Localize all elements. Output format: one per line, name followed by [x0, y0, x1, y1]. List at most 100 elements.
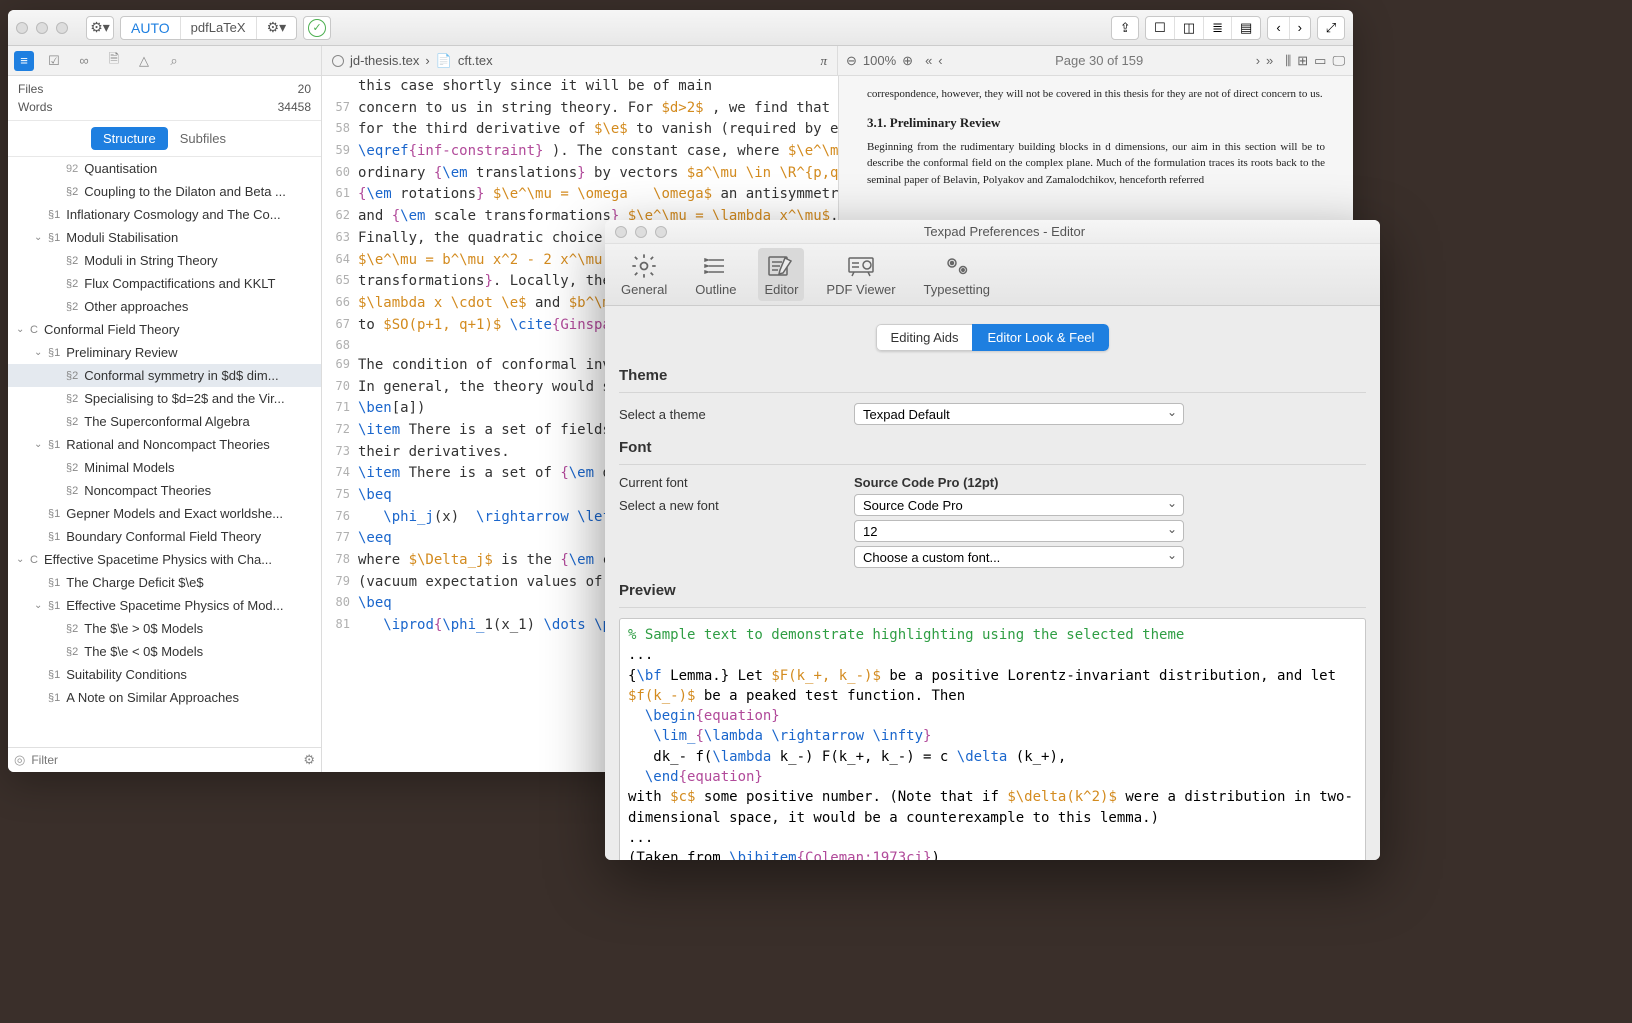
- outline-item[interactable]: §2The $\e > 0$ Models: [8, 617, 321, 640]
- pdf-display-button[interactable]: 🖵: [1332, 53, 1345, 69]
- words-count: 34458: [278, 100, 311, 114]
- outline-item[interactable]: ⌄CConformal Field Theory: [8, 318, 321, 341]
- outline-item[interactable]: §1A Note on Similar Approaches: [8, 686, 321, 709]
- check-circle-icon: ✓: [308, 19, 326, 37]
- layout-split-button[interactable]: ≣: [1204, 17, 1232, 39]
- toolbar-right-group: ⇪ ☐ ◫ ≣ ▤ ‹ › ⤢: [1111, 16, 1345, 40]
- breadcrumb-file[interactable]: cft.tex: [458, 53, 493, 68]
- chevron-right-icon: ›: [1298, 20, 1302, 35]
- prefs-tab-editor[interactable]: Editor: [758, 248, 804, 301]
- sidebar-view-search[interactable]: ⌕: [164, 51, 184, 71]
- font-family-select[interactable]: Source Code Pro: [854, 494, 1184, 516]
- sidebar-view-links[interactable]: ∞: [74, 51, 94, 71]
- sidebar: Files20 Words34458 Structure Subfiles 92…: [8, 76, 322, 772]
- outline-item[interactable]: ⌄§1Effective Spacetime Physics of Mod...: [8, 594, 321, 617]
- sidebar-view-files[interactable]: 🗎: [104, 51, 124, 71]
- outline-item[interactable]: §2Other approaches: [8, 295, 321, 318]
- prefs-tab-general[interactable]: General: [615, 248, 673, 301]
- subfiles-tab[interactable]: Subfiles: [168, 127, 238, 150]
- gear-icon[interactable]: ⚙︎: [303, 752, 315, 768]
- pdf-present-button[interactable]: ▭: [1314, 53, 1326, 69]
- outline-item[interactable]: §2Noncompact Theories: [8, 479, 321, 502]
- fullscreen-button[interactable]: ⤢: [1317, 16, 1345, 40]
- engine-label: pdfLaTeX: [191, 20, 246, 35]
- close-window[interactable]: [16, 22, 28, 34]
- outline-tree[interactable]: 92Quantisation§2Coupling to the Dilaton …: [8, 157, 321, 747]
- outline-item[interactable]: §1The Charge Deficit $\e$: [8, 571, 321, 594]
- section-font-heading: Font: [619, 439, 1366, 456]
- last-page-button[interactable]: »: [1266, 53, 1273, 68]
- layout-icon: ☐: [1154, 20, 1166, 36]
- breadcrumb-file[interactable]: jd-thesis.tex: [350, 53, 419, 68]
- font-size-select[interactable]: 12: [854, 520, 1184, 542]
- search-icon: ⌕: [170, 53, 177, 69]
- prefs-tab-label: Outline: [695, 282, 736, 297]
- prefs-toolbar: General Outline Editor PDF Viewer Typese…: [605, 244, 1380, 306]
- font-size-value: 12: [863, 524, 877, 539]
- engine-options-button[interactable]: ⚙︎▾: [257, 17, 297, 39]
- typeset-button[interactable]: ✓: [303, 16, 331, 40]
- zoom-level[interactable]: 100%: [863, 53, 896, 68]
- prefs-tab-label: Editor: [764, 282, 798, 297]
- outline-item[interactable]: §2Flux Compactifications and KKLT: [8, 272, 321, 295]
- outline-item[interactable]: §1Boundary Conformal Field Theory: [8, 525, 321, 548]
- gears-icon: [941, 252, 973, 280]
- settings-menu-button[interactable]: ⚙︎▾: [86, 16, 114, 40]
- editor-icon: [765, 252, 797, 280]
- filter-input[interactable]: [31, 753, 297, 767]
- pi-icon[interactable]: π: [820, 53, 827, 69]
- outline-item[interactable]: §2Minimal Models: [8, 456, 321, 479]
- prev-page-button[interactable]: ‹: [938, 53, 942, 68]
- outline-item[interactable]: §2Specialising to $d=2$ and the Vir...: [8, 387, 321, 410]
- outline-item[interactable]: §2The $\e < 0$ Models: [8, 640, 321, 663]
- check-icon: ☑: [48, 53, 60, 69]
- outline-item[interactable]: §1Gepner Models and Exact worldshe...: [8, 502, 321, 525]
- close-window[interactable]: [615, 226, 627, 238]
- layout-editor-button[interactable]: ◫: [1175, 17, 1204, 39]
- outline-item[interactable]: §2The Superconformal Algebra: [8, 410, 321, 433]
- files-count: 20: [298, 82, 311, 96]
- sidebar-view-todo[interactable]: ☑: [44, 51, 64, 71]
- custom-font-button[interactable]: Choose a custom font...: [854, 546, 1184, 568]
- theme-select[interactable]: Texpad Default: [854, 403, 1184, 425]
- zoom-window[interactable]: [56, 22, 68, 34]
- editing-aids-tab[interactable]: Editing Aids: [876, 324, 973, 351]
- zoom-out-button[interactable]: ⊖: [846, 53, 857, 69]
- expand-icon: ⤢: [1326, 20, 1336, 36]
- outline-item[interactable]: §2Coupling to the Dilaton and Beta ...: [8, 180, 321, 203]
- current-font-label: Current font: [619, 475, 854, 490]
- structure-tab[interactable]: Structure: [91, 127, 168, 150]
- prefs-tab-outline[interactable]: Outline: [689, 248, 742, 301]
- outline-item[interactable]: ⌄CEffective Spacetime Physics with Cha..…: [8, 548, 321, 571]
- outline-item[interactable]: §1Inflationary Cosmology and The Co...: [8, 203, 321, 226]
- layout-sidebar-button[interactable]: ☐: [1146, 17, 1175, 39]
- infinity-icon: ∞: [79, 53, 88, 68]
- outline-item[interactable]: ⌄§1Moduli Stabilisation: [8, 226, 321, 249]
- minimize-window[interactable]: [36, 22, 48, 34]
- layout-preview-button[interactable]: ▤: [1232, 17, 1260, 39]
- outline-item[interactable]: §2Conformal symmetry in $d$ dim...: [8, 364, 321, 387]
- next-page-button[interactable]: ›: [1256, 53, 1260, 68]
- outline-item[interactable]: ⌄§1Preliminary Review: [8, 341, 321, 364]
- outline-item[interactable]: ⌄§1Rational and Noncompact Theories: [8, 433, 321, 456]
- outline-item[interactable]: §2Moduli in String Theory: [8, 249, 321, 272]
- prefs-tab-typesetting[interactable]: Typesetting: [918, 248, 997, 301]
- pdf-heading: 3.1. Preliminary Review: [867, 115, 1325, 131]
- sidebar-view-warnings[interactable]: △: [134, 51, 154, 71]
- prefs-tab-pdf[interactable]: PDF Viewer: [820, 248, 901, 301]
- outline-item[interactable]: §1Suitability Conditions: [8, 663, 321, 686]
- eye-icon[interactable]: ◎: [14, 752, 25, 768]
- nav-forward-button[interactable]: ›: [1290, 17, 1310, 39]
- first-page-button[interactable]: «: [925, 53, 932, 68]
- zoom-in-button[interactable]: ⊕: [902, 53, 913, 69]
- export-button[interactable]: ⇪: [1111, 16, 1139, 40]
- sidebar-view-outline[interactable]: ≡: [14, 51, 34, 71]
- pdf-grid-button[interactable]: ⊞: [1297, 53, 1308, 69]
- auto-typeset-toggle[interactable]: AUTO: [121, 17, 181, 39]
- engine-select[interactable]: pdfLaTeX: [181, 17, 257, 39]
- outline-item[interactable]: 92Quantisation: [8, 157, 321, 180]
- pdf-view-button[interactable]: ⫼: [1285, 53, 1291, 69]
- pdf-paragraph: Beginning from the rudimentary building …: [867, 139, 1325, 189]
- nav-back-button[interactable]: ‹: [1268, 17, 1289, 39]
- editor-look-feel-tab[interactable]: Editor Look & Feel: [972, 324, 1109, 351]
